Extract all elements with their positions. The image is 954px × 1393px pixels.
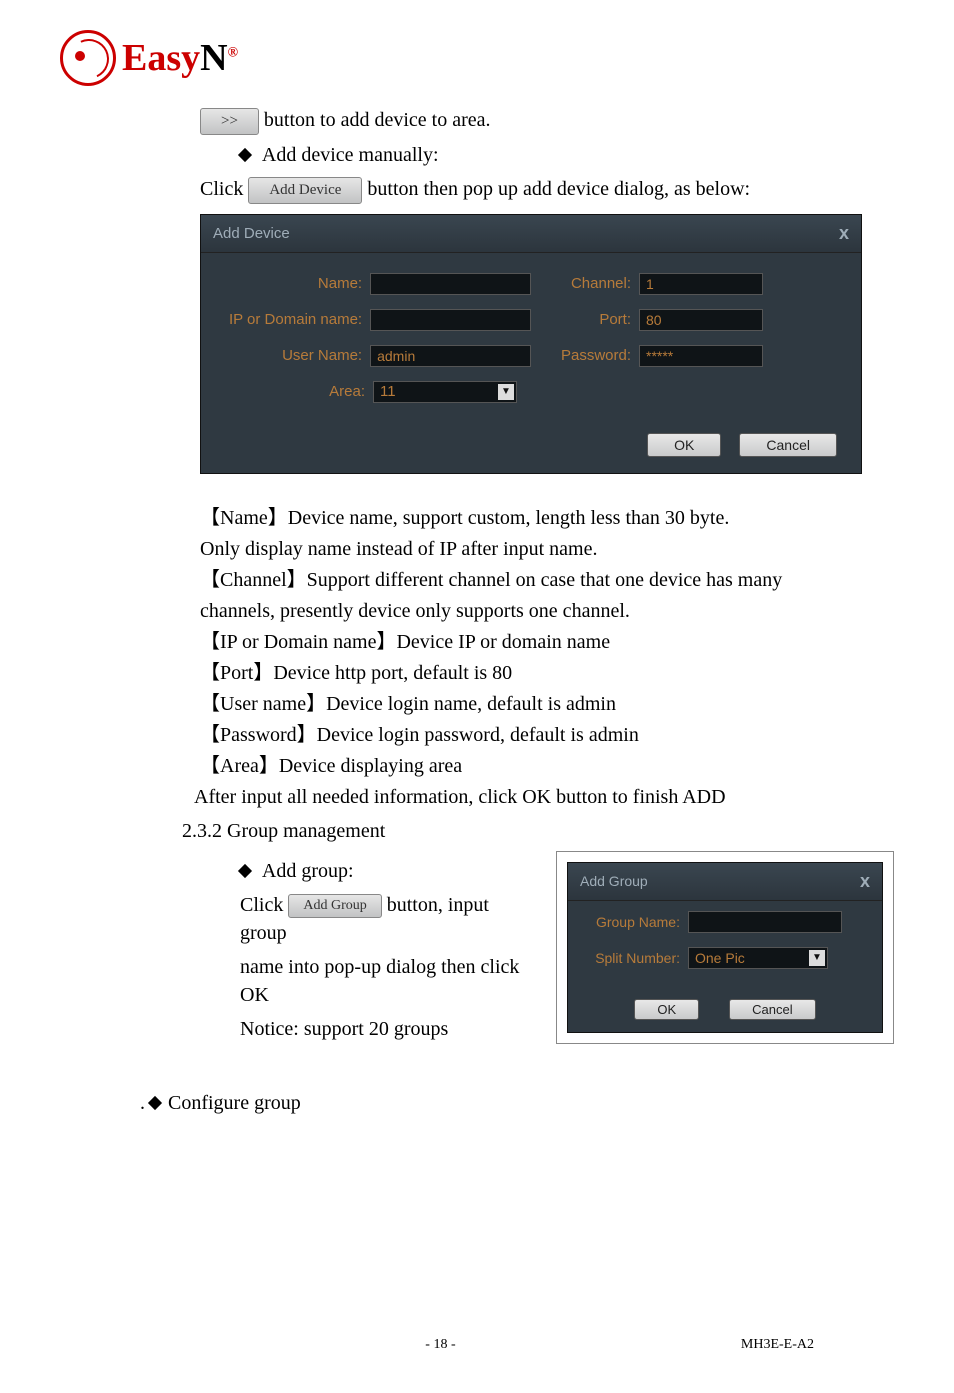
name-label: Name: — [225, 275, 362, 292]
ip-field[interactable] — [370, 309, 531, 331]
def-port: 【Port】Device http port, default is 80 — [200, 659, 894, 687]
channel-label: Channel: — [531, 275, 631, 292]
user-label: User Name: — [225, 347, 362, 364]
configure-group: . Configure group — [140, 1089, 894, 1117]
def-user: 【User name】Device login name, default is… — [200, 690, 894, 718]
group-line-2: name into pop-up dialog then click OK — [240, 953, 536, 1009]
def-area: 【Area】Device displaying area — [200, 752, 894, 780]
move-button[interactable]: >> — [200, 108, 259, 135]
add-device-dialog: Add Device x Name: Channel: 1 IP or — [200, 214, 862, 474]
ok-button[interactable]: OK — [634, 999, 699, 1020]
ip-label: IP or Domain name: — [225, 311, 362, 328]
pwd-field[interactable]: ***** — [639, 345, 763, 367]
doc-id: MH3E-E-A2 — [741, 1337, 814, 1353]
port-label: Port: — [531, 311, 631, 328]
def-pwd: 【Password】Device login password, default… — [200, 721, 894, 749]
user-field[interactable]: admin — [370, 345, 531, 367]
def-channel-2: channels, presently device only supports… — [200, 597, 894, 625]
diamond-icon — [238, 864, 252, 878]
area-select[interactable]: 11 ▼ — [373, 381, 517, 403]
chevron-down-icon: ▼ — [498, 384, 514, 400]
group-click-line: Click Add Group button, input group — [240, 891, 536, 947]
area-label: Area: — [225, 383, 365, 400]
def-ip: 【IP or Domain name】Device IP or domain n… — [200, 628, 894, 656]
def-channel-1: 【Channel】Support different channel on ca… — [200, 566, 894, 594]
line-click-add-device: Click Add Device button then pop up add … — [200, 175, 894, 204]
group-notice: Notice: support 20 groups — [240, 1015, 536, 1043]
logo-text: EasyN® — [122, 36, 238, 80]
add-group-button[interactable]: Add Group — [288, 894, 381, 918]
close-icon[interactable]: x — [839, 223, 849, 244]
def-name-2: Only display name instead of IP after in… — [200, 535, 894, 563]
group-name-label: Group Name: — [584, 914, 680, 930]
group-section-title: 2.3.2 Group management — [182, 817, 894, 845]
dialog2-titlebar: Add Group x — [568, 863, 882, 901]
diamond-icon — [238, 148, 252, 162]
dialog2-title-text: Add Group — [580, 873, 648, 889]
port-field[interactable]: 80 — [639, 309, 763, 331]
def-name-1: 【Name】Device name, support custom, lengt… — [200, 504, 894, 532]
cancel-button[interactable]: Cancel — [729, 999, 815, 1020]
ok-button[interactable]: OK — [647, 433, 721, 457]
cancel-button[interactable]: Cancel — [739, 433, 837, 457]
split-label: Split Number: — [584, 950, 680, 966]
chevron-down-icon: ▼ — [809, 950, 825, 966]
name-field[interactable] — [370, 273, 531, 295]
dialog-titlebar: Add Device x — [201, 215, 861, 253]
dialog-title-text: Add Device — [213, 225, 290, 242]
add-device-button[interactable]: Add Device — [248, 177, 362, 204]
definitions: 【Name】Device name, support custom, lengt… — [200, 504, 894, 811]
pwd-label: Password: — [531, 347, 631, 364]
bullet-add-manual: Add device manually: — [240, 141, 894, 169]
def-after: After input all needed information, clic… — [194, 783, 894, 811]
line-move-button: >> button to add device to area. — [200, 106, 894, 135]
group-name-field[interactable] — [688, 911, 842, 933]
add-group-dialog: Add Group x Group Name: Split Number: On… — [567, 862, 883, 1033]
bullet-add-group: Add group: — [240, 857, 536, 885]
logo: EasyN® — [60, 30, 894, 86]
logo-icon — [60, 30, 116, 86]
split-select[interactable]: One Pic ▼ — [688, 947, 828, 969]
footer: - 18 - MH3E-E-A2 — [140, 1337, 814, 1353]
page-number: - 18 - — [425, 1337, 455, 1353]
diamond-icon — [148, 1096, 162, 1110]
channel-field[interactable]: 1 — [639, 273, 763, 295]
close-icon[interactable]: x — [860, 871, 870, 892]
